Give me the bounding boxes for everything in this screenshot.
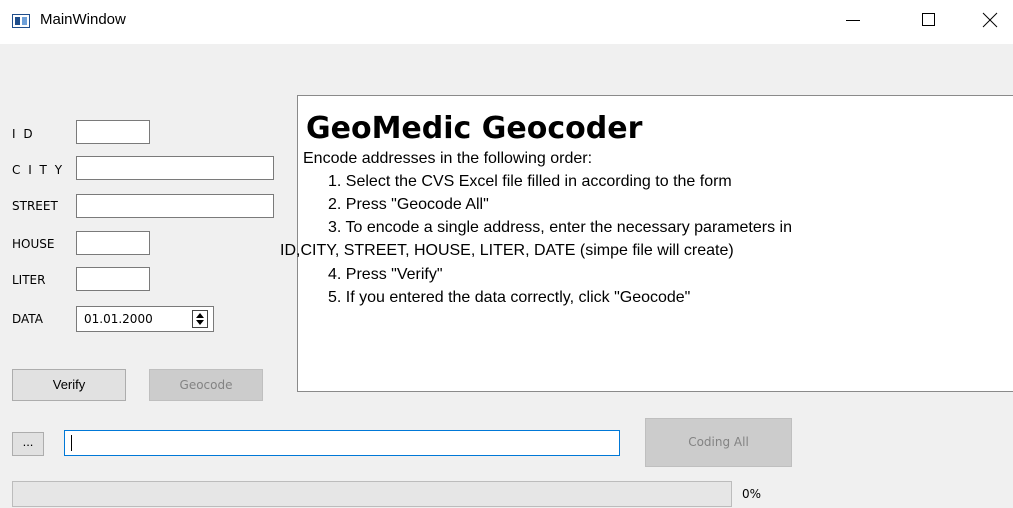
liter-label: LITER (12, 273, 46, 287)
close-icon (982, 12, 998, 28)
geocode-button[interactable]: Geocode (149, 369, 263, 401)
instruction-step-2: 2. Press "Geocode All" (328, 196, 489, 213)
instructions-panel: GeoMedic Geocoder Encode addresses in th… (280, 95, 1013, 392)
date-spin-buttons[interactable] (192, 310, 208, 328)
app-window-icon (12, 14, 30, 28)
app-heading: GeoMedic Geocoder (306, 111, 643, 146)
title-bar: MainWindow (0, 0, 1013, 44)
text-caret (71, 435, 72, 451)
date-spinbox[interactable]: 01.01.2000 (76, 306, 214, 332)
street-field[interactable] (76, 194, 274, 218)
coding-all-button[interactable]: Coding All (645, 418, 792, 467)
minimize-button[interactable] (830, 0, 876, 44)
maximize-icon (922, 13, 935, 26)
city-field[interactable] (76, 156, 274, 180)
street-label: STREET (12, 199, 58, 213)
instruction-step-3: 3. To encode a single address, enter the… (328, 219, 792, 236)
date-value: 01.01.2000 (84, 312, 153, 326)
verify-button[interactable]: Verify (12, 369, 126, 401)
file-path-input[interactable] (64, 430, 620, 456)
progress-percent: 0% (742, 487, 762, 501)
id-field[interactable] (76, 120, 150, 144)
data-label: DATA (12, 312, 43, 326)
maximize-button[interactable] (906, 0, 952, 44)
spin-down-icon[interactable] (196, 320, 204, 325)
instruction-step-4: 4. Press "Verify" (328, 266, 443, 283)
instruction-step-5: 5. If you entered the data correctly, cl… (328, 289, 691, 306)
window-title: MainWindow (40, 11, 126, 28)
minimize-icon (846, 20, 860, 21)
progress-bar (12, 481, 732, 507)
house-label: HOUSE (12, 237, 55, 251)
instruction-step-3-cont: ID,CITY, STREET, HOUSE, LITER, DATE (sim… (280, 242, 734, 259)
city-label: C I T Y (12, 163, 65, 177)
spin-up-icon[interactable] (196, 313, 204, 318)
instructions-intro: Encode addresses in the following order: (303, 150, 593, 167)
browse-file-button[interactable]: ... (12, 432, 44, 456)
id-label: I D (12, 127, 35, 141)
liter-field[interactable] (76, 267, 150, 291)
close-button[interactable] (967, 0, 1013, 44)
instruction-step-1: 1. Select the CVS Excel file filled in a… (328, 173, 732, 190)
house-field[interactable] (76, 231, 150, 255)
